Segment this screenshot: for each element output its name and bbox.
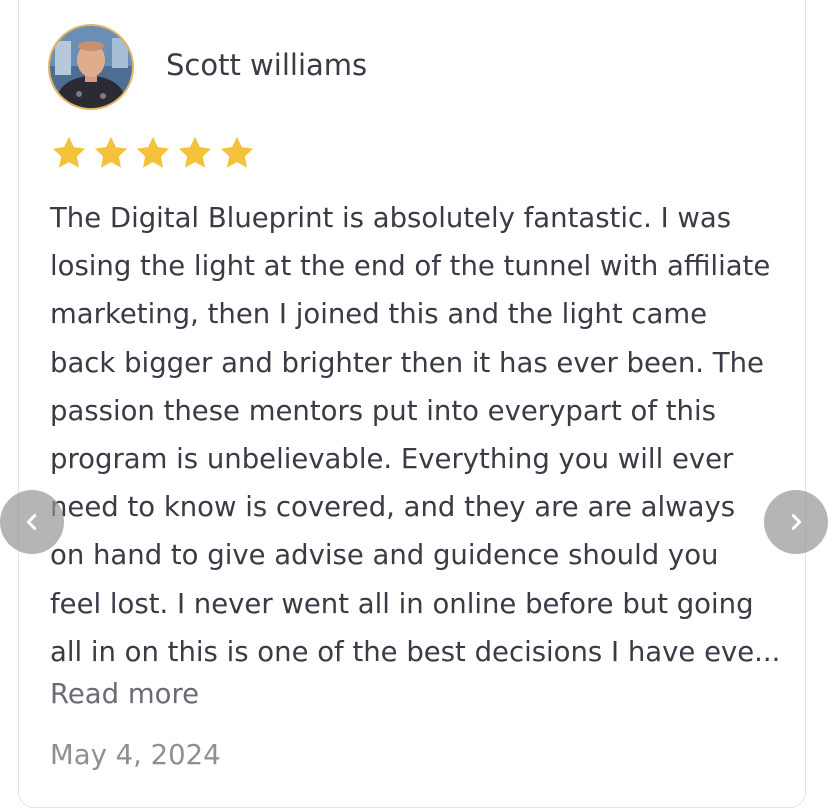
- review-date: May 4, 2024: [50, 739, 221, 771]
- review-text-line: back bigger and brighter then it has eve…: [50, 346, 764, 379]
- star-icon: [94, 136, 128, 168]
- review-text-line: marketing, then I joined this and the li…: [50, 298, 708, 331]
- star-icon: [220, 136, 254, 168]
- review-text-line: program is unbelievable. Everything you …: [50, 443, 734, 476]
- review-text-line: on hand to give advise and guidence shou…: [50, 539, 719, 572]
- author-name: Scott williams: [166, 48, 368, 82]
- review-text-line: all in on this is one of the best decisi…: [50, 635, 780, 668]
- avatar: [50, 26, 132, 108]
- review-text-line: losing the light at the end of the tunne…: [50, 250, 771, 283]
- star-icon: [52, 136, 86, 168]
- review-text: The Digital Blueprint is absolutely fant…: [50, 194, 780, 676]
- chevron-left-icon: [26, 514, 37, 530]
- star-rating: [50, 134, 256, 172]
- read-more-link[interactable]: Read more: [50, 678, 199, 710]
- review-text-line: passion these mentors put into everypart…: [50, 394, 716, 427]
- review-text-line: feel lost. I never went all in online be…: [50, 587, 754, 620]
- review-text-line: need to know is covered, and they are ar…: [50, 491, 736, 524]
- chevron-right-icon: [791, 514, 802, 530]
- star-icon: [136, 136, 170, 168]
- review-text-line: The Digital Blueprint is absolutely fant…: [50, 202, 732, 234]
- star-icon: [178, 136, 212, 168]
- previous-review-button[interactable]: [0, 490, 64, 554]
- next-review-button[interactable]: [764, 490, 828, 554]
